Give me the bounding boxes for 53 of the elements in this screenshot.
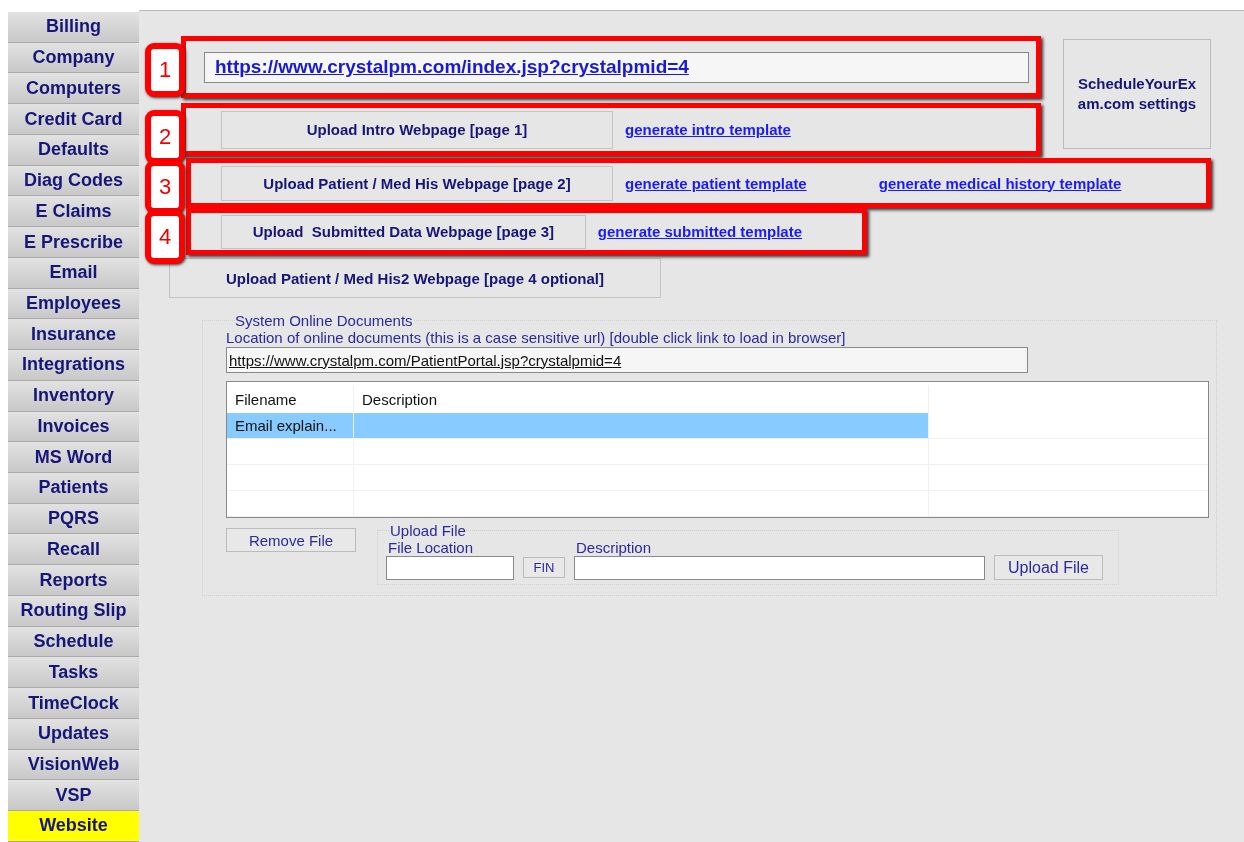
callout-badge: 3 xyxy=(145,160,185,214)
sidebar-item[interactable]: Insurance xyxy=(8,319,139,351)
sidebar-item[interactable]: Defaults xyxy=(8,134,139,166)
remove-file-button[interactable]: Remove File xyxy=(226,528,356,552)
upload-button[interactable]: Upload Patient / Med His2 Webpage [page 4 optional] xyxy=(169,258,661,298)
template-link[interactable]: generate medical history template xyxy=(878,174,1122,192)
sidebar-item[interactable]: Patients xyxy=(8,473,139,504)
description-field[interactable] xyxy=(574,556,985,580)
location-label: Location of online documents (this is a case sensitive url) [double click link to load in browser] xyxy=(226,329,847,346)
sidebar-item[interactable]: Tasks xyxy=(8,657,139,689)
sidebar-item[interactable]: E Claims xyxy=(8,196,139,228)
sidebar-item[interactable]: VisionWeb xyxy=(8,749,139,781)
upload-button[interactable]: Upload Patient / Med His Webpage [page 2] xyxy=(221,165,613,201)
sidebar-item[interactable]: Email xyxy=(8,257,139,289)
location-field[interactable]: https://www.crystalpm.com/PatientPortal.jsp?crystalpmid=4 xyxy=(226,347,1028,373)
sidebar-item[interactable]: Reports xyxy=(8,565,139,596)
sidebar-item[interactable]: Invoices xyxy=(8,411,139,443)
sidebar-item[interactable]: Updates xyxy=(8,718,139,750)
group-title: Upload File xyxy=(390,522,466,539)
callout-badge: 2 xyxy=(145,110,185,164)
table-cell[interactable] xyxy=(354,413,929,438)
url-field[interactable]: https://www.crystalpm.com/index.jsp?crystalpmid=4 xyxy=(204,51,1029,83)
sidebar-item[interactable]: Diag Codes xyxy=(8,165,139,197)
sidebar-item[interactable]: Computers xyxy=(8,73,139,105)
sidebar-item[interactable]: Schedule xyxy=(8,626,139,658)
sidebar-item[interactable]: Routing Slip xyxy=(8,595,139,627)
sidebar-item[interactable]: VSP xyxy=(8,780,139,812)
file-location-label: File Location xyxy=(388,539,475,556)
group-title: System Online Documents xyxy=(235,312,413,329)
sidebar-item[interactable]: Company xyxy=(8,42,139,74)
file-location-field[interactable] xyxy=(386,556,514,580)
upload-button[interactable]: Upload Intro Webpage [page 1] xyxy=(221,110,613,149)
sidebar-item[interactable]: Recall xyxy=(8,534,139,566)
sidebar-item[interactable]: MS Word xyxy=(8,442,139,473)
template-link[interactable]: generate patient template xyxy=(625,174,807,192)
sidebar-item[interactable]: PQRS xyxy=(8,503,139,535)
template-link[interactable]: generate intro template xyxy=(625,121,791,138)
sidebar-item[interactable]: TimeClock xyxy=(8,688,139,719)
sidebar-item[interactable]: E Prescribe xyxy=(8,227,139,258)
callout-badge: 4 xyxy=(145,210,185,264)
upload-file-button[interactable]: Upload File xyxy=(994,555,1103,580)
sidebar-item[interactable]: Inventory xyxy=(8,380,139,412)
table-cell[interactable]: Email explain... xyxy=(227,413,354,438)
settings-button[interactable]: ScheduleYourExam.com settings xyxy=(1063,39,1211,149)
sidebar-item[interactable]: Website xyxy=(8,811,139,842)
sidebar-item[interactable]: Credit Card xyxy=(8,104,139,135)
fin-button[interactable]: FIN xyxy=(523,557,565,578)
sidebar-item[interactable]: Billing xyxy=(8,12,139,43)
sidebar-item[interactable]: Employees xyxy=(8,288,139,320)
template-link[interactable]: generate submitted template xyxy=(597,223,802,240)
description-label: Description xyxy=(576,539,653,556)
sidebar-item[interactable]: Integrations xyxy=(8,350,139,381)
upload-button[interactable]: Upload Submitted Data Webpage [page 3] xyxy=(221,214,586,249)
